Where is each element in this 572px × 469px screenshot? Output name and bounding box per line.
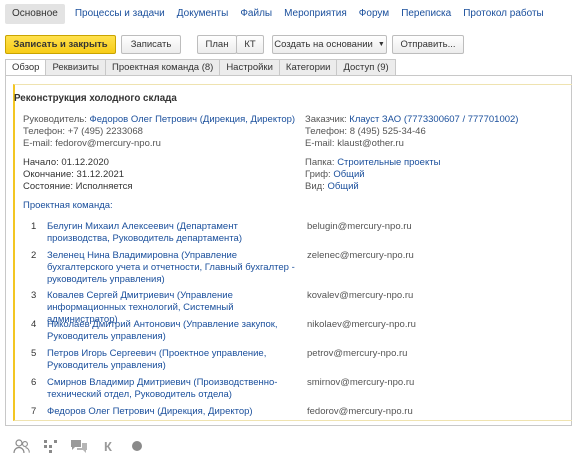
tree-icon[interactable] — [41, 437, 59, 455]
tab-settings[interactable]: Настройки — [219, 59, 280, 76]
send-button[interactable]: Отправить... — [392, 34, 464, 54]
tab-categories[interactable]: Категории — [278, 59, 338, 76]
member-number: 7 — [31, 406, 37, 417]
team-member-row: 1 Белугин Михаил Алексеевич (Департамент… — [0, 221, 572, 251]
manager-row: Руководитель: Федоров Олег Петрович (Дир… — [23, 114, 295, 126]
member-link[interactable]: Смирнов Владимир Дмитриевич (Производств… — [47, 377, 302, 401]
type-row: Вид: Общий — [305, 181, 359, 193]
customer-label: Заказчик: — [305, 114, 347, 125]
tab-bar: Обзор Реквизиты Проектная команда (8) На… — [5, 59, 396, 77]
nav-events[interactable]: Мероприятия — [278, 4, 353, 24]
member-email: kovalev@mercury-npo.ru — [307, 290, 414, 301]
team-member-row: 3 Ковалев Сергей Дмитриевич (Управление … — [0, 290, 572, 325]
tab-access[interactable]: Доступ (9) — [336, 59, 396, 76]
customer-email: E-mail: klaust@other.ru — [305, 138, 404, 149]
folder-row: Папка: Строительные проекты — [305, 157, 440, 169]
chat-icon[interactable] — [70, 437, 88, 455]
stamp-label: Гриф: — [305, 169, 331, 180]
customer-phone: Телефон: 8 (495) 525-34-46 — [305, 126, 426, 137]
create-based-on-label: Создать на основании — [274, 38, 373, 50]
member-link[interactable]: Петров Игорь Сергеевич (Проектное управл… — [47, 348, 302, 372]
member-number: 2 — [31, 250, 37, 261]
plan-button[interactable]: План — [197, 34, 237, 54]
dot-icon[interactable] — [128, 437, 146, 455]
tab-details[interactable]: Реквизиты — [45, 59, 107, 76]
start-date: Начало: 01.12.2020 — [23, 157, 109, 168]
save-and-close-button[interactable]: Записать и закрыть — [5, 34, 116, 54]
member-link[interactable]: Федоров Олег Петрович (Дирекция, Директо… — [47, 406, 302, 418]
manager-label: Руководитель: — [23, 114, 87, 125]
manager-link[interactable]: Федоров Олег Петрович (Дирекция, Директо… — [89, 114, 295, 125]
nav-correspondence[interactable]: Переписка — [395, 4, 457, 24]
nav-documents[interactable]: Документы — [171, 4, 235, 24]
nav-work-log[interactable]: Протокол работы — [457, 4, 550, 24]
team-member-row: 7 Федоров Олег Петрович (Дирекция, Дирек… — [0, 406, 572, 436]
team-member-row: 2 Зеленец Нина Владимировна (Управление … — [0, 250, 572, 285]
member-email: petrov@mercury-npo.ru — [307, 348, 408, 359]
member-link[interactable]: Николаев Дмитрий Антонович (Управление з… — [47, 319, 302, 343]
member-email: fedorov@mercury-npo.ru — [307, 406, 413, 417]
nav-main[interactable]: Основное — [5, 4, 65, 24]
member-number: 5 — [31, 348, 37, 359]
type-label: Вид: — [305, 181, 325, 192]
nav-processes[interactable]: Процессы и задачи — [69, 4, 171, 24]
member-link[interactable]: Зеленец Нина Владимировна (Управление бу… — [47, 250, 302, 286]
customer-link[interactable]: Клауст ЗАО (7773300607 / 777701002) — [349, 114, 518, 125]
member-link[interactable]: Белугин Михаил Алексеевич (Департамент п… — [47, 221, 302, 245]
project-state: Состояние: Исполняется — [23, 181, 133, 192]
team-member-row: 6 Смирнов Владимир Дмитриевич (Производс… — [0, 377, 572, 407]
nav-files[interactable]: Файлы — [234, 4, 278, 24]
member-number: 6 — [31, 377, 37, 388]
member-number: 3 — [31, 290, 37, 301]
team-member-row: 5 Петров Игорь Сергеевич (Проектное упра… — [0, 348, 572, 378]
team-label: Проектная команда: — [23, 200, 113, 211]
member-email: nikolaev@mercury-npo.ru — [307, 319, 416, 330]
manager-phone: Телефон: +7 (495) 2233068 — [23, 126, 143, 137]
end-date: Окончание: 31.12.2021 — [23, 169, 125, 180]
member-number: 1 — [31, 221, 37, 232]
project-title: Реконструкция холодного склада — [14, 93, 177, 104]
save-button[interactable]: Записать — [121, 34, 181, 54]
member-number: 4 — [31, 319, 37, 330]
create-based-on-button[interactable]: Создать на основании ▼ — [272, 34, 387, 54]
k-glyph: К — [104, 438, 112, 454]
customer-row: Заказчик: Клауст ЗАО (7773300607 / 77770… — [305, 114, 518, 126]
manager-email: E-mail: fedorov@mercury-npo.ru — [23, 138, 161, 149]
tab-project-team[interactable]: Проектная команда (8) — [105, 59, 221, 76]
nav-forum[interactable]: Форум — [353, 4, 395, 24]
team-member-row: 4 Николаев Дмитрий Антонович (Управление… — [0, 319, 572, 349]
kt-button[interactable]: КТ — [236, 34, 264, 54]
stamp-row: Гриф: Общий — [305, 169, 365, 181]
folder-link[interactable]: Строительные проекты — [337, 157, 440, 168]
bottom-toolbar: К — [12, 436, 157, 456]
toolbar: Записать и закрыть Записать План КТ Созд… — [5, 34, 464, 54]
top-navigation: Основное Процессы и задачи Документы Фай… — [5, 4, 572, 24]
people-icon[interactable] — [12, 437, 30, 455]
type-link[interactable]: Общий — [327, 181, 358, 192]
member-email: smirnov@mercury-npo.ru — [307, 377, 415, 388]
folder-label: Папка: — [305, 157, 335, 168]
k-icon[interactable]: К — [99, 437, 117, 455]
stamp-link[interactable]: Общий — [333, 169, 364, 180]
chevron-down-icon: ▼ — [377, 40, 385, 48]
member-email: belugin@mercury-npo.ru — [307, 221, 412, 232]
member-email: zelenec@mercury-npo.ru — [307, 250, 414, 261]
